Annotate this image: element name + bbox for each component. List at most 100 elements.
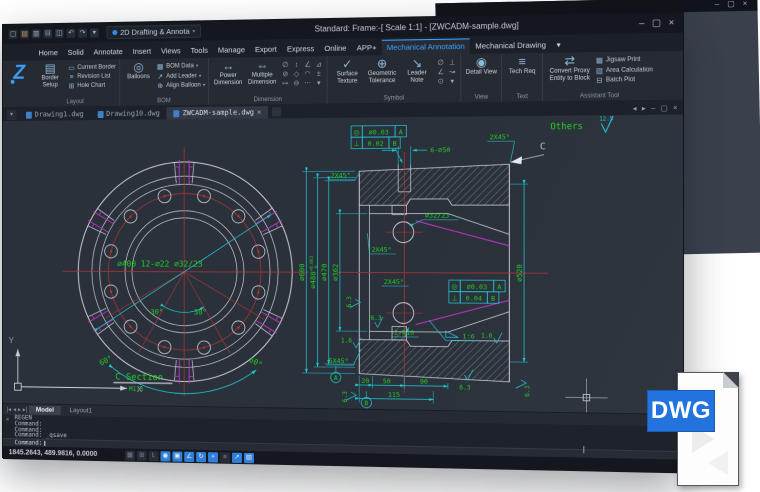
bom-data-button[interactable]: ▦ BOM Data▾ — [156, 62, 205, 71]
tab-online[interactable]: Online — [319, 41, 351, 56]
leader-note-button[interactable]: ↘ Leader Note — [401, 57, 434, 84]
detail-view-button[interactable]: ◉ Detail View — [465, 56, 498, 77]
jigsaw-print-button[interactable]: ▦ Jigsaw Print — [595, 55, 653, 64]
polar-toggle-icon[interactable]: ◉ — [160, 451, 170, 461]
drawing-canvas[interactable]: ∅400 12-∅22 ∅32/23 30° 30° 60° 60° C Sec… — [3, 114, 683, 413]
preview-icon[interactable]: ◫ — [55, 29, 64, 38]
otrack-toggle-icon[interactable]: ∠ — [184, 451, 194, 461]
vertical-dim-icon[interactable]: ↕ — [291, 61, 301, 70]
power-dimension-button[interactable]: ↔ Power Dimension — [212, 59, 244, 86]
border-setup-button[interactable]: ▤ Border Setup — [35, 62, 66, 89]
tab-insert[interactable]: Insert — [128, 44, 156, 59]
print-icon[interactable]: ⊟ — [43, 29, 52, 38]
baseline-dim-icon[interactable]: ↦ — [280, 79, 290, 88]
dim-label-d480-tol-lower: 0 — [314, 265, 319, 268]
last-tab-icon[interactable]: ▸| — [23, 406, 27, 413]
tab-export[interactable]: Export — [250, 42, 282, 57]
first-tab-icon[interactable]: |◂ — [7, 406, 11, 413]
center-mark-icon[interactable]: ⊙ — [436, 77, 446, 86]
tab-scroll-right-icon[interactable]: ▸ — [642, 104, 646, 113]
geometric-tolerance-button[interactable]: ⊕ Geometric Tolerance — [366, 57, 399, 84]
angular-dim-icon[interactable]: ∠ — [303, 60, 313, 69]
power-dimension-icon: ↔ — [222, 60, 234, 73]
grid-toggle-icon[interactable]: ▦ — [125, 450, 135, 460]
new-document-icon[interactable] — [272, 107, 281, 116]
redo-icon[interactable]: ↷ — [78, 28, 87, 37]
align-balloon-button[interactable]: ⊕ Align Balloon▾ — [156, 81, 205, 90]
add-leader-button[interactable]: ↗ Add Leader▾ — [156, 72, 205, 81]
minimize-button[interactable]: – — [639, 19, 644, 29]
tab-tools[interactable]: Tools — [186, 44, 213, 59]
tab-scroll-left-icon[interactable]: ◂ — [633, 104, 637, 112]
current-border-button[interactable]: ▭ Current Border — [68, 63, 116, 72]
lwt-toggle-icon[interactable]: ≡ — [220, 452, 230, 462]
dyn-toggle-icon[interactable]: + — [208, 452, 218, 462]
open-file-icon[interactable]: ▤ — [20, 30, 29, 39]
doc-restore-icon[interactable]: ▢ — [661, 104, 668, 113]
cycle-toggle-icon[interactable]: ↗ — [232, 452, 242, 462]
angle-symbol-icon[interactable]: ∠ — [436, 68, 446, 77]
workspace-switcher[interactable]: 2D Drafting & Annota ▾ — [107, 24, 202, 39]
next-tab-icon[interactable]: ▸ — [18, 406, 21, 413]
doc-tab-zwcadm-sample[interactable]: ZWCADM-sample.dwg × — [167, 106, 269, 119]
new-file-icon[interactable]: ▢ — [9, 30, 18, 39]
diamond-dim-icon[interactable]: ◇ — [291, 70, 301, 79]
tolerance-dim-icon[interactable]: ± — [314, 70, 324, 79]
minimize-icon[interactable]: – — [715, 0, 720, 8]
ribbon-collapse-icon[interactable]: ▾ — [551, 38, 566, 53]
arc-dim-icon[interactable]: ◠ — [303, 70, 313, 79]
restore-icon[interactable]: ▢ — [727, 0, 735, 8]
weld-symbol-icon[interactable]: ↝ — [447, 68, 457, 78]
tab-mechanical-drawing[interactable]: Mechanical Drawing — [470, 38, 551, 54]
close-icon[interactable]: × — [743, 0, 748, 8]
perpendicular-icon[interactable]: ⊥ — [447, 58, 457, 68]
tab-model[interactable]: Model — [29, 405, 61, 415]
more-dim-icon[interactable]: ⋯ — [303, 79, 313, 88]
multiple-dimension-button[interactable]: ⇔ Multiple Dimension — [246, 59, 278, 86]
tab-app-plus[interactable]: APP+ — [352, 41, 382, 56]
dim-label-30-left: 30° — [151, 308, 163, 316]
hole-chart-button[interactable]: ⊞ Hole Chart — [68, 82, 116, 91]
tab-solid[interactable]: Solid — [63, 46, 89, 60]
osnap-toggle-icon[interactable]: ▣ — [172, 451, 182, 461]
taper-dim-icon[interactable]: ⊿ — [314, 60, 324, 69]
tab-express[interactable]: Express — [282, 42, 320, 57]
close-icon[interactable]: × — [6, 416, 9, 423]
datum-icon[interactable]: ∅ — [436, 58, 446, 68]
doc-tab-drawing1[interactable]: Drawing1.dwg — [19, 108, 90, 121]
ducs-toggle-icon[interactable]: ↻ — [196, 451, 206, 461]
undo-icon[interactable]: ↶ — [67, 29, 76, 38]
area-calculation-button[interactable]: ▧ Area Calculation — [595, 66, 653, 75]
slash-dim-icon[interactable]: ⊘ — [280, 70, 290, 79]
doc-minimize-icon[interactable]: – — [651, 105, 655, 112]
ordinate-dim-icon[interactable]: ⊖ — [291, 79, 301, 88]
tab-annotate[interactable]: Annotate — [89, 45, 128, 60]
convert-proxy-button[interactable]: ⇄ Convert Proxy Entity to Block — [546, 54, 593, 82]
tab-home[interactable]: Home — [34, 46, 63, 61]
ortho-toggle-icon[interactable]: L — [149, 450, 159, 460]
close-button[interactable]: × — [669, 18, 675, 28]
close-tab-icon[interactable]: × — [257, 108, 261, 116]
model-space-toggle-icon[interactable]: ▧ — [244, 452, 254, 462]
tab-layout1[interactable]: Layout1 — [63, 406, 99, 416]
balloons-button[interactable]: ◎ Balloons — [123, 61, 154, 81]
tab-views[interactable]: Views — [156, 44, 186, 59]
tab-menu-icon[interactable]: ▾ — [7, 110, 17, 120]
revision-list-button[interactable]: ≡ Revision List — [68, 73, 116, 81]
toolbar-dropdown-icon[interactable]: ▾ — [90, 28, 99, 37]
batch-plot-button[interactable]: ⊟ Batch Plot — [595, 76, 653, 85]
doc-close-icon[interactable]: × — [673, 104, 677, 111]
tab-manage[interactable]: Manage — [213, 43, 250, 58]
chevron-down-icon[interactable]: ▾ — [314, 79, 324, 88]
prev-tab-icon[interactable]: ◂ — [13, 406, 16, 413]
doc-tab-drawing10[interactable]: Drawing10.dwg — [90, 107, 166, 120]
panel-view: ◉ Detail View View — [462, 53, 503, 102]
diameter-dim-icon[interactable]: ∅ — [280, 61, 290, 70]
restore-button[interactable]: ▢ — [652, 18, 661, 28]
tech-req-button[interactable]: ≡ Tech Req — [505, 55, 539, 76]
tab-mechanical-annotation[interactable]: Mechanical Annotation — [382, 38, 470, 55]
chevron-down-icon[interactable]: ▾ — [447, 77, 457, 86]
snap-toggle-icon[interactable]: ⊞ — [137, 450, 147, 460]
surface-texture-button[interactable]: ✓ Surface Texture — [331, 58, 364, 85]
save-icon[interactable]: ▥ — [32, 29, 41, 38]
